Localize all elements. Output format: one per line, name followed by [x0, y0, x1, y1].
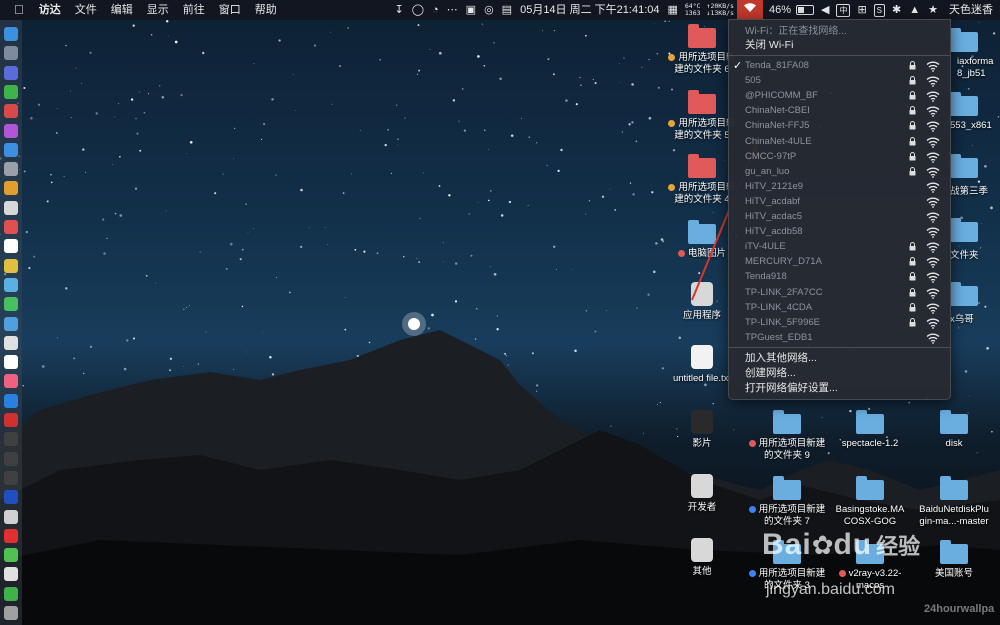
lock-icon	[909, 136, 916, 145]
join-other-network[interactable]: 加入其他网络...	[745, 351, 817, 365]
wifi-network-name: HiTV_acdb58	[745, 226, 803, 238]
wifi-signal-icon	[926, 91, 940, 103]
wifi-signal-icon	[926, 182, 940, 193]
menu-separator	[729, 347, 950, 348]
lock-icon	[909, 61, 916, 70]
wifi-network-item[interactable]: ✓ Tenda_81FA08	[729, 59, 950, 74]
wifi-signal-icon	[926, 242, 940, 254]
lock-icon	[909, 272, 916, 281]
lock-icon	[909, 151, 916, 161]
wifi-network-item[interactable]: CMCC-97tP	[729, 150, 950, 165]
wifi-network-item[interactable]: HiTV_acdb58	[729, 225, 950, 240]
wifi-signal-icon	[926, 212, 940, 223]
wifi-network-item[interactable]: HiTV_acdabf	[729, 195, 950, 210]
lock-icon	[909, 242, 916, 251]
wifi-network-name: 505	[745, 75, 761, 87]
wifi-network-name: ChinaNet-FFJ5	[745, 120, 810, 132]
wifi-network-name: iTV-4ULE	[745, 241, 786, 253]
wifi-signal-icon	[926, 61, 940, 72]
wifi-network-item[interactable]: ChinaNet-FFJ5	[729, 119, 950, 134]
wifi-network-name: HiTV_acdac5	[745, 211, 803, 222]
menu-separator	[729, 55, 950, 56]
watermark-url: jingyan.baidu.com	[766, 581, 895, 598]
wifi-network-item[interactable]: ChinaNet-CBEI	[729, 104, 950, 119]
lock-icon	[909, 76, 916, 85]
wifi-network-name: HiTV_2121e9	[745, 180, 804, 192]
wifi-signal-icon	[926, 167, 940, 178]
lock-icon	[909, 287, 916, 296]
wifi-network-item[interactable]: HiTV_2121e9	[729, 180, 950, 195]
paw-icon: ✿	[811, 530, 834, 560]
wifi-signal-icon	[926, 76, 940, 87]
wallpaper-credit: 24hourwallpa	[924, 603, 995, 615]
lock-icon	[909, 106, 916, 115]
wifi-menu: Wi-Fi：正在查找网络... 关闭 Wi-Fi ✓ Tenda_81FA08 50…	[728, 19, 951, 400]
wifi-network-name: MERCURY_D71A	[745, 256, 822, 268]
wifi-signal-icon	[926, 288, 940, 299]
wifi-status: Wi-Fi：正在查找网络...	[745, 26, 847, 37]
wifi-network-name: ChinaNet-4ULE	[745, 135, 812, 147]
baidu-watermark: Bai✿du 经验	[762, 528, 920, 562]
wifi-network-name: CMCC-97tP	[745, 150, 797, 162]
watermark-du: du	[833, 528, 873, 561]
lock-icon	[909, 166, 916, 176]
lock-icon	[909, 317, 916, 327]
wifi-signal-icon	[926, 152, 940, 163]
wifi-network-item[interactable]: Tenda918	[729, 270, 950, 285]
open-network-preferences[interactable]: 打开网络偏好设置...	[745, 381, 838, 395]
lock-icon	[909, 121, 916, 130]
wifi-network-name: ChinaNet-CBEI	[745, 105, 810, 117]
wifi-network-item[interactable]: TP-LINK_5F996E	[729, 316, 950, 331]
wifi-network-item[interactable]: TP-LINK_4CDA	[729, 301, 950, 316]
wifi-network-name: Tenda918	[745, 271, 787, 283]
wifi-network-name: TP-LINK_4CDA	[745, 301, 813, 313]
wifi-network-item[interactable]: @PHICOMM_BF	[729, 89, 950, 104]
wifi-network-name: HiTV_acdabf	[745, 195, 800, 207]
wifi-network-item[interactable]: 505	[729, 74, 950, 89]
wifi-signal-icon	[926, 318, 940, 329]
wifi-signal-icon	[926, 227, 940, 238]
wifi-network-item[interactable]: TP-LINK_2FA7CC	[729, 286, 950, 301]
wifi-network-item[interactable]: TPGuest_EDB1	[729, 331, 950, 346]
wifi-network-item[interactable]: gu_an_luo	[729, 165, 950, 180]
lock-icon	[909, 257, 916, 266]
wifi-signal-icon	[926, 303, 940, 314]
wifi-signal-icon	[926, 137, 940, 148]
wifi-signal-icon	[926, 197, 940, 208]
wifi-network-item[interactable]: MERCURY_D71A	[729, 255, 950, 270]
watermark-jingyan: 经验	[876, 534, 921, 559]
watermark-bai: Bai	[762, 528, 812, 561]
wifi-network-name: TPGuest_EDB1	[745, 331, 813, 343]
wifi-signal-icon	[926, 272, 940, 284]
wifi-network-name: Tenda_81FA08	[745, 60, 809, 71]
create-network[interactable]: 创建网络...	[745, 366, 796, 380]
wifi-signal-icon	[926, 106, 940, 118]
wifi-network-name: gu_an_luo	[745, 165, 790, 177]
lock-icon	[909, 91, 916, 100]
wifi-signal-icon	[926, 333, 940, 344]
wifi-network-item[interactable]: ChinaNet-4ULE	[729, 135, 950, 150]
wifi-signal-icon	[926, 121, 940, 133]
lock-icon	[909, 302, 916, 312]
wifi-toggle[interactable]: 关闭 Wi-Fi	[745, 37, 793, 52]
wifi-signal-icon	[926, 257, 940, 269]
wifi-network-name: TP-LINK_2FA7CC	[745, 286, 823, 298]
checkmark-icon: ✓	[733, 60, 743, 72]
wifi-network-item[interactable]: HiTV_acdac5	[729, 210, 950, 225]
wifi-network-name: TP-LINK_5F996E	[745, 316, 820, 328]
wifi-network-name: @PHICOMM_BF	[745, 90, 818, 102]
wifi-network-item[interactable]: iTV-4ULE	[729, 240, 950, 255]
